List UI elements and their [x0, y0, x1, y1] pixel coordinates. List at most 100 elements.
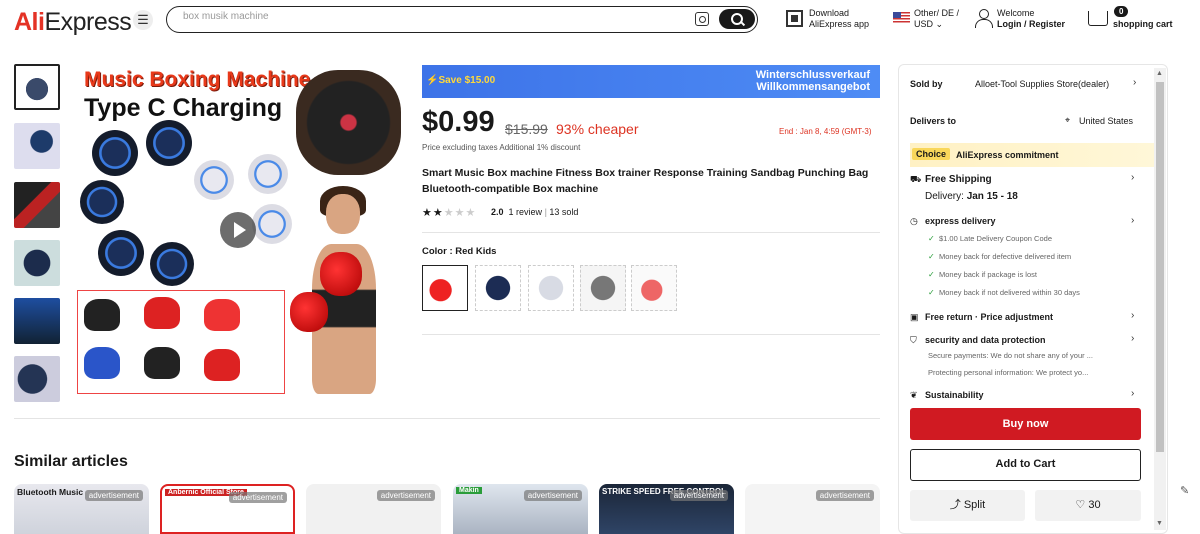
menu-icon[interactable]: ☰ — [133, 10, 153, 30]
scroll-up-icon[interactable]: ▲ — [1156, 70, 1163, 77]
similar-item-card[interactable]: Anbernic Official Store advertisement — [160, 484, 295, 534]
gallery-thumbnail[interactable] — [14, 182, 60, 228]
red-glove-graphic — [290, 292, 328, 332]
ad-tag: advertisement — [84, 490, 143, 501]
chevron-right-icon[interactable]: › — [1131, 215, 1134, 226]
save-amount: ⚡Save $15.00 — [426, 75, 496, 86]
gallery-thumbnail[interactable] — [14, 123, 60, 169]
chevron-right-icon[interactable]: › — [1131, 172, 1134, 183]
target-pad — [92, 130, 138, 176]
locale-text: Other/ DE / — [914, 8, 960, 18]
main-product-image[interactable]: Music Boxing Machine Type C Charging — [76, 64, 406, 396]
color-swatch[interactable] — [631, 265, 677, 311]
sold-count: 13 sold — [549, 207, 579, 217]
search-button[interactable] — [719, 9, 755, 29]
aliexpress-logo[interactable]: AliExpress — [14, 8, 132, 37]
edit-pencil-icon[interactable]: ✎ — [1180, 484, 1189, 497]
target-pad — [248, 154, 288, 194]
delivery-country[interactable]: United States — [1079, 116, 1133, 126]
image-title-line2: Type C Charging — [84, 94, 283, 122]
chevron-right-icon[interactable]: › — [1131, 310, 1134, 321]
heart-icon: ♡ — [1075, 499, 1086, 511]
gallery-thumbnail[interactable] — [14, 298, 60, 344]
divider — [422, 232, 880, 233]
express-delivery-label: express delivery — [925, 216, 996, 226]
target-pad — [80, 180, 124, 224]
sold-by-label: Sold by — [910, 79, 943, 89]
similar-articles-heading: Similar articles — [14, 453, 128, 470]
rating-value: 2.0 — [491, 207, 504, 217]
camera-search-icon[interactable] — [695, 12, 709, 26]
play-video-icon[interactable] — [220, 212, 256, 248]
promo-line1: Winterschlussverkauf — [755, 69, 870, 81]
panel-scrollbar[interactable]: ▲ ▼ — [1154, 68, 1166, 530]
scrollbar-thumb[interactable] — [1156, 82, 1164, 452]
shopping-cart-label[interactable]: shopping cart — [1113, 19, 1173, 30]
target-pad — [150, 242, 194, 286]
delivery-estimate: Delivery: Jan 15 - 18 — [925, 191, 1018, 202]
similar-item-card[interactable]: Makin advertisement — [453, 484, 588, 534]
color-label: Color : Red Kids — [422, 246, 497, 257]
similar-item-card[interactable]: STRIKE SPEED FREE CONTROL advertisement — [599, 484, 734, 534]
benefit-item: $1.00 Late Delivery Coupon Code — [939, 234, 1052, 243]
scroll-down-icon[interactable]: ▼ — [1156, 520, 1163, 527]
rating-summary[interactable]: 2.0 1 review | 13 sold — [491, 207, 578, 217]
review-count[interactable]: 1 review — [509, 207, 543, 217]
benefit-item: Money back if not delivered within 30 da… — [939, 288, 1080, 297]
currency-text: USD — [914, 19, 934, 29]
delivers-to-label: Delivers to — [910, 116, 957, 126]
original-price: $15.99 — [505, 121, 548, 137]
similar-item-card[interactable]: advertisement — [745, 484, 880, 534]
truck-icon: ⛟ — [910, 174, 922, 184]
chevron-right-icon[interactable]: › — [1133, 77, 1136, 88]
wishlist-button[interactable]: ♡ 30 — [1035, 490, 1141, 521]
target-pad — [98, 230, 144, 276]
us-flag-icon — [893, 12, 910, 23]
choice-commitment-bar: Choice AliExpress commitment — [910, 143, 1154, 167]
star-rating[interactable]: ★★★★★ — [422, 206, 476, 219]
search-bar — [166, 6, 758, 33]
free-return-label: Free return · Price adjustment — [925, 312, 1054, 322]
download-app-link[interactable]: Download AliExpress app — [809, 8, 869, 30]
choice-text: AliExpress commitment — [956, 150, 1059, 160]
gallery-thumbnail[interactable] — [14, 356, 60, 402]
login-register-text: Login / Register — [997, 19, 1066, 29]
glove-graphic — [84, 347, 120, 379]
chevron-right-icon[interactable]: › — [1131, 333, 1134, 344]
buy-now-button[interactable]: Buy now — [910, 408, 1141, 440]
logo-text-ali: Ali — [14, 8, 45, 36]
gallery-thumbnail[interactable] — [14, 64, 60, 110]
personal-info-text: Protecting personal information: We prot… — [928, 368, 1089, 377]
similar-item-card[interactable]: advertisement — [306, 484, 441, 534]
ad-tag: advertisement — [376, 490, 435, 501]
gloves-inset — [77, 290, 285, 394]
gallery-thumbnail[interactable] — [14, 240, 60, 286]
divider — [14, 418, 880, 419]
color-swatch[interactable] — [580, 265, 626, 311]
seller-name[interactable]: Alloet-Tool Supplies Store(dealer) — [975, 79, 1109, 89]
discount-label: 93% cheaper — [556, 121, 639, 137]
glove-graphic — [204, 349, 240, 381]
card-label: Makin — [456, 487, 482, 494]
split-button[interactable]: ⤴ Split — [910, 490, 1025, 521]
benefit-item: Money back for defective delivered item — [939, 252, 1072, 261]
sustainability-label: Sustainability — [925, 390, 984, 400]
choice-badge: Choice — [912, 148, 951, 160]
download-app-line2: AliExpress app — [809, 19, 870, 29]
add-to-cart-button[interactable]: Add to Cart — [910, 449, 1141, 481]
color-swatch[interactable] — [528, 265, 574, 311]
user-icon[interactable] — [975, 9, 993, 28]
color-swatch-red-kids[interactable] — [422, 265, 468, 311]
login-register-link[interactable]: Welcome Login / Register — [997, 8, 1065, 30]
shopping-cart-icon[interactable] — [1088, 11, 1108, 26]
search-input[interactable] — [183, 11, 683, 22]
color-swatch[interactable] — [475, 265, 521, 311]
qr-code-icon[interactable] — [786, 10, 803, 27]
similar-item-card[interactable]: Bluetooth Music advertisement — [14, 484, 149, 534]
locale-currency-selector[interactable]: Other/ DE / USD ⌄ — [914, 8, 959, 30]
split-label: Split — [963, 499, 986, 511]
chevron-right-icon[interactable]: › — [1131, 388, 1134, 399]
promo-banner[interactable]: ⚡Save $15.00 Winterschlussverkauf Willko… — [422, 65, 880, 98]
welcome-text: Welcome — [997, 8, 1035, 18]
ad-tag: advertisement — [523, 490, 582, 501]
